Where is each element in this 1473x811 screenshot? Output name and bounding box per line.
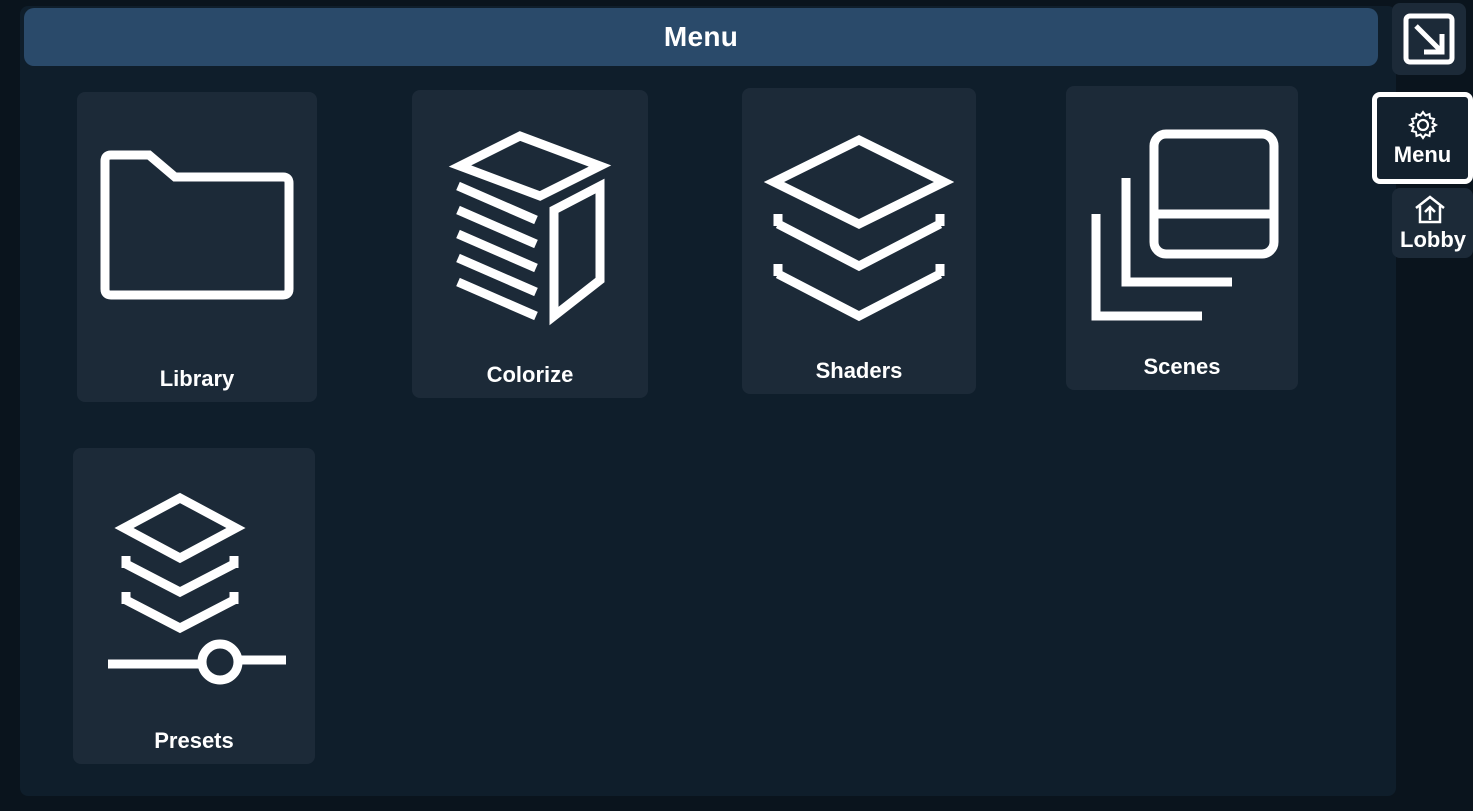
sidebar-item-menu[interactable]: Menu bbox=[1372, 92, 1473, 184]
tile-label: Colorize bbox=[486, 362, 574, 387]
panel-title: Menu bbox=[663, 21, 739, 52]
tile-presets[interactable]: Presets bbox=[73, 448, 315, 764]
tile-label: Scenes bbox=[1143, 354, 1221, 379]
sidebar-item-lobby[interactable]: Lobby bbox=[1392, 188, 1473, 258]
folder-icon bbox=[77, 147, 317, 307]
stacked-frames-icon bbox=[1066, 126, 1298, 326]
sidebar-item-label: Lobby bbox=[1400, 227, 1466, 252]
gear-icon bbox=[1407, 110, 1438, 140]
layers-slider-icon bbox=[73, 488, 315, 688]
tile-label: Library bbox=[159, 366, 235, 391]
tile-label: Shaders bbox=[815, 358, 903, 383]
tile-shaders[interactable]: Shaders bbox=[742, 88, 976, 394]
menu-panel: Menu Library Colorize Shaders Scenes Pre… bbox=[20, 6, 1396, 796]
collapse-button[interactable] bbox=[1392, 3, 1466, 75]
tile-colorize[interactable]: Colorize bbox=[412, 90, 648, 398]
app-stage: Menu Library Colorize Shaders Scenes Pre… bbox=[0, 0, 1473, 811]
tile-scenes[interactable]: Scenes bbox=[1066, 86, 1298, 390]
tile-label: Presets bbox=[154, 728, 234, 753]
collapse-arrow-icon bbox=[1403, 13, 1455, 65]
layers-icon bbox=[742, 130, 976, 330]
panel-header: Menu bbox=[24, 8, 1378, 66]
tile-library[interactable]: Library bbox=[77, 92, 317, 402]
home-exit-icon bbox=[1415, 195, 1445, 224]
cube-slices-icon bbox=[412, 130, 648, 330]
sidebar-item-label: Menu bbox=[1393, 142, 1452, 167]
